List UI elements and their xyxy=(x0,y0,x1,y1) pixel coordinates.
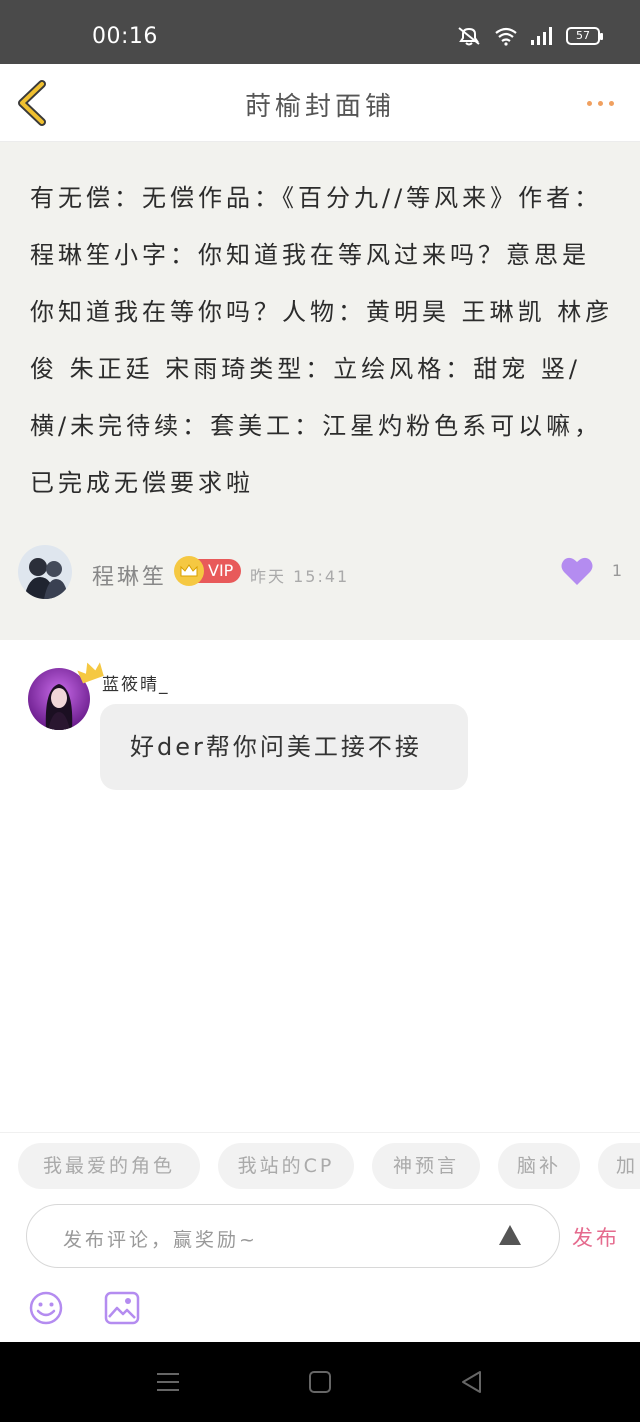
battery-icon: 57 xyxy=(566,27,603,45)
like-button[interactable] xyxy=(560,555,594,587)
comment-input-placeholder: 发布评论，赢奖励~ xyxy=(63,1229,258,1251)
tag-imagination[interactable]: 脑补 xyxy=(498,1143,580,1189)
tag-prophecy[interactable]: 神预言 xyxy=(372,1143,480,1189)
post-author-row: 程琳笙 VIP 昨天 15:41 1 xyxy=(18,545,622,601)
quick-tags-bar: 我最爱的角色 我站的CP 神预言 脑补 加 xyxy=(0,1132,640,1198)
status-icons: 57 xyxy=(456,26,603,46)
post-text: 有无偿：无偿作品：《百分九//等风来》作者：程琳笙小字：你知道我在等风过来吗？意… xyxy=(30,184,614,497)
nav-bar: 莳榆封面铺 xyxy=(0,64,640,142)
tag-favorite-character[interactable]: 我最爱的角色 xyxy=(18,1143,200,1189)
comment-bubble: 好der帮你问美工接不接 xyxy=(100,704,468,790)
menu-icon[interactable] xyxy=(154,1368,182,1396)
composer-tools xyxy=(0,1280,640,1342)
page-title: 莳榆封面铺 xyxy=(244,92,395,122)
heart-icon xyxy=(561,557,593,585)
comment-composer: 发布评论，赢奖励~ 发布 xyxy=(0,1200,640,1274)
signal-icon xyxy=(531,27,552,45)
back-triangle-icon[interactable] xyxy=(458,1368,486,1396)
status-time: 00:16 xyxy=(92,24,158,49)
tag-my-cp[interactable]: 我站的CP xyxy=(218,1143,354,1189)
send-arrow-icon[interactable] xyxy=(497,1223,523,1247)
system-nav-bar xyxy=(0,1342,640,1422)
wifi-icon xyxy=(495,27,517,46)
more-dot xyxy=(608,100,614,106)
crown-icon xyxy=(174,556,204,586)
status-bar: 00:16 57 xyxy=(0,0,640,64)
author-name[interactable]: 程琳笙 xyxy=(92,559,167,591)
comment-item: 蓝筱晴_ 好der帮你问美工接不接 xyxy=(0,640,640,840)
tag-more[interactable]: 加 xyxy=(598,1143,640,1189)
post-time: 昨天 15:41 xyxy=(250,567,350,586)
mute-icon xyxy=(458,27,480,46)
commenter-name[interactable]: 蓝筱晴_ xyxy=(102,670,170,695)
like-count: 1 xyxy=(611,561,622,580)
more-button[interactable] xyxy=(580,88,620,118)
more-dot xyxy=(597,100,603,106)
image-icon[interactable] xyxy=(104,1290,140,1326)
vip-badge: VIP xyxy=(174,556,242,586)
author-avatar[interactable] xyxy=(18,545,72,599)
post-card: 有无偿：无偿作品：《百分九//等风来》作者：程琳笙小字：你知道我在等风过来吗？意… xyxy=(0,142,640,640)
publish-button[interactable]: 发布 xyxy=(572,1222,620,1252)
home-icon[interactable] xyxy=(306,1368,334,1396)
emoji-icon[interactable] xyxy=(28,1290,64,1326)
more-dot xyxy=(586,100,592,106)
comment-input[interactable]: 发布评论，赢奖励~ xyxy=(26,1204,560,1268)
